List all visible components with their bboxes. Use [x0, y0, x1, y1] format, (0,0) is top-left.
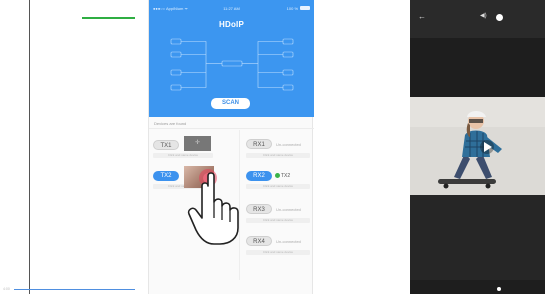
switch-icon [221, 60, 243, 67]
rx1-name-field[interactable]: Click and name device [246, 153, 310, 158]
drag-hand-icon [187, 169, 239, 245]
tx1-preview-thumbnail: ✛ [184, 136, 211, 151]
rx3-status: Un-connected [276, 207, 301, 212]
app-logo: HDoIP [219, 20, 244, 29]
volume-slider-track[interactable] [82, 17, 135, 19]
tx-device-icon [170, 51, 182, 58]
connected-dot-icon [275, 173, 280, 178]
playback-time: 4:00 [3, 287, 10, 291]
rx4-status: Un-connected [276, 239, 301, 244]
tx-device-icon [170, 38, 182, 45]
back-arrow-icon[interactable]: ← [418, 12, 426, 21]
status-bar: ●●●○○ AppiNium ᯤ 11:27 AM 100 % [153, 6, 310, 12]
rx1-status: Un-connected [276, 142, 301, 147]
tx-device-icon [170, 84, 182, 91]
divider [149, 128, 314, 129]
network-diagram [170, 38, 294, 91]
rx-device-icon [282, 84, 294, 91]
player-bottom-area [410, 195, 545, 280]
app-header: ●●●○○ AppiNium ᯤ 11:27 AM 100 % HDoIP SC… [149, 0, 314, 117]
video-still [410, 97, 545, 195]
tx2-button[interactable]: TX2 [153, 171, 179, 181]
video-player-screen: ← ◀) [410, 0, 545, 294]
video-frame[interactable] [410, 97, 545, 195]
status-battery-text: 100 % [286, 6, 298, 11]
tx-device-icon [170, 69, 182, 76]
rx1-button[interactable]: RX1 [246, 139, 272, 149]
frame-border [29, 0, 30, 294]
rx2-status: TX2 [281, 173, 291, 179]
rx-device-icon [282, 38, 294, 45]
rx2-connection: TX2 [275, 173, 290, 179]
devices-found-label: Devices are found [154, 121, 187, 126]
seek-bar-track[interactable] [14, 289, 135, 290]
battery-icon [300, 6, 310, 10]
scan-button[interactable]: SCAN [211, 98, 250, 109]
tx1-name-field[interactable]: Click and name device [153, 153, 213, 158]
rx-device-icon [282, 69, 294, 76]
player-top-bar: ← ◀) [410, 0, 545, 38]
tx1-button[interactable]: TX1 [153, 140, 179, 150]
rx-device-icon [282, 51, 294, 58]
rx4-name-field[interactable]: Click and name device [246, 250, 310, 255]
seek-bar-knob[interactable] [497, 287, 502, 291]
speaker-icon[interactable]: ◀) [480, 12, 487, 19]
